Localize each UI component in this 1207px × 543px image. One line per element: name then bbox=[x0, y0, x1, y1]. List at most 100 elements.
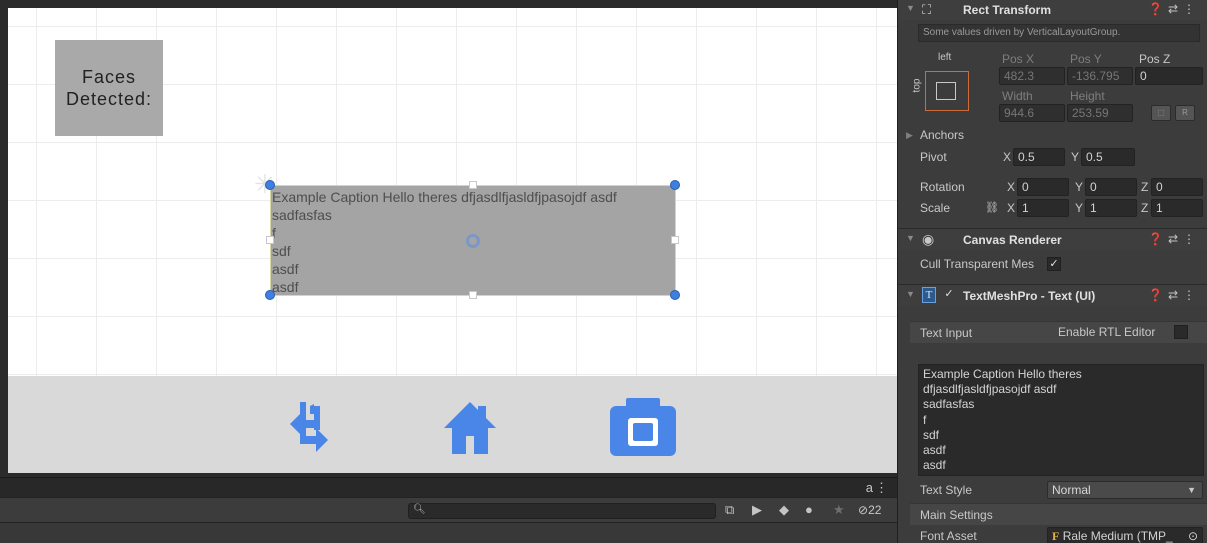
fold-arrow-icon[interactable]: ▼ bbox=[906, 289, 915, 299]
component-enabled-checkbox[interactable]: ✓ bbox=[942, 288, 956, 302]
pos-y-label: Pos Y bbox=[1070, 52, 1102, 66]
text-style-dropdown[interactable]: Normal ▼ bbox=[1047, 481, 1203, 499]
textmeshpro-header[interactable]: ▼ T ✓ TextMeshPro - Text (UI) ❓⇄⋮ bbox=[898, 284, 1207, 306]
textmeshpro-icon: T bbox=[922, 287, 936, 303]
error-pause-icon[interactable]: ▶ bbox=[752, 502, 762, 518]
star-icon[interactable]: ★ bbox=[833, 502, 845, 518]
more-options-icon[interactable]: ⋮ bbox=[875, 480, 888, 496]
width-label: Width bbox=[1002, 89, 1033, 103]
pos-z-field[interactable]: 0 bbox=[1135, 67, 1203, 85]
rotation-y-field[interactable]: 0 bbox=[1085, 178, 1137, 196]
anchors-fold-icon[interactable]: ▶ bbox=[906, 130, 913, 141]
scale-x-axis: X bbox=[1007, 201, 1016, 215]
canvas-renderer-header[interactable]: ▼ ◉ Canvas Renderer ❓⇄⋮ bbox=[898, 228, 1207, 250]
edge-handle-right[interactable] bbox=[671, 236, 679, 244]
driven-values-note: Some values driven by VerticalLayoutGrou… bbox=[918, 24, 1200, 42]
rotation-z-axis: Z bbox=[1141, 180, 1149, 194]
pivot-label: Pivot bbox=[920, 150, 947, 164]
height-field[interactable]: 253.59 bbox=[1067, 104, 1133, 122]
font-asset-value: Rale Medium (TMP_ bbox=[1062, 529, 1173, 543]
anchor-preset-button[interactable] bbox=[925, 71, 969, 111]
corner-handle-bottom-left[interactable] bbox=[265, 290, 275, 300]
scene-canvas[interactable]: Faces Detected: ✳ Example Caption Hello … bbox=[8, 8, 897, 473]
hidden-layers-count[interactable]: ⊘22 bbox=[858, 503, 881, 517]
camera-icon[interactable] bbox=[608, 396, 678, 458]
pivot-x-field[interactable]: 0.5 bbox=[1013, 148, 1065, 166]
warning-icon[interactable]: ● bbox=[805, 502, 813, 518]
text-line: asdf bbox=[923, 443, 946, 458]
rotation-y-axis: Y bbox=[1075, 180, 1084, 194]
text-input-area[interactable]: Example Caption Hello theres dfjasdlfjas… bbox=[918, 364, 1204, 476]
lock-icon[interactable]: a bbox=[866, 480, 873, 495]
caption-line: Example Caption Hello theres dfjasdlfjas… bbox=[272, 189, 617, 205]
text-line: f bbox=[923, 412, 927, 427]
rotation-label: Rotation bbox=[920, 180, 965, 194]
component-header-icons[interactable]: ❓⇄⋮ bbox=[1148, 232, 1200, 246]
scale-y-field[interactable]: 1 bbox=[1085, 199, 1137, 217]
main-settings-section[interactable]: Main Settings bbox=[910, 503, 1207, 525]
bottom-nav-bar bbox=[8, 376, 897, 473]
text-line: sadfasfas bbox=[923, 397, 975, 412]
cull-transparent-checkbox[interactable]: ✓ bbox=[1047, 257, 1061, 271]
faces-detected-panel[interactable]: Faces Detected: bbox=[55, 40, 163, 136]
caption-line: asdf bbox=[272, 261, 299, 277]
hidden-count-value: 22 bbox=[868, 503, 882, 517]
cull-transparent-label: Cull Transparent Mes bbox=[920, 257, 1035, 271]
corner-handle-bottom-right[interactable] bbox=[670, 290, 680, 300]
text-input-label: Text Input bbox=[920, 326, 973, 340]
corner-handle-top-left[interactable] bbox=[265, 180, 275, 190]
switch-camera-icon[interactable] bbox=[278, 396, 338, 456]
edge-handle-left[interactable] bbox=[266, 236, 274, 244]
fold-arrow-icon[interactable]: ▼ bbox=[906, 3, 915, 13]
scale-label: Scale bbox=[920, 201, 951, 215]
object-picker-icon[interactable]: ⊙ bbox=[1188, 528, 1198, 543]
collapse-icon[interactable]: ⧉ bbox=[725, 502, 734, 518]
rect-transform-header[interactable]: ▼ ⛶ Rect Transform ❓⇄⋮ bbox=[898, 0, 1207, 20]
pos-x-label: Pos X bbox=[1002, 52, 1035, 66]
rtl-editor-checkbox[interactable] bbox=[1174, 325, 1188, 339]
text-line: dfjasdlfjasldfjpasojdf asdf bbox=[923, 382, 1057, 397]
edge-handle-bottom[interactable] bbox=[469, 291, 477, 299]
component-title: Canvas Renderer bbox=[963, 233, 1062, 247]
scale-z-field[interactable]: 1 bbox=[1151, 199, 1203, 217]
scene-view[interactable]: Faces Detected: ✳ Example Caption Hello … bbox=[0, 0, 897, 477]
scale-y-axis: Y bbox=[1075, 201, 1084, 215]
console-toolbar: 🔍︎ ⧉ ▶ ◆ ● ★ ⊘22 bbox=[0, 497, 897, 523]
scale-x-field[interactable]: 1 bbox=[1017, 199, 1069, 217]
main-settings-label: Main Settings bbox=[920, 508, 993, 522]
font-asset-field[interactable]: F Rale Medium (TMP_ ⊙ bbox=[1047, 527, 1203, 543]
console-header: a ⋮ bbox=[0, 477, 897, 497]
edge-handle-top[interactable] bbox=[469, 181, 477, 189]
pos-y-field[interactable]: -136.795 bbox=[1067, 67, 1133, 85]
corner-handle-top-right[interactable] bbox=[670, 180, 680, 190]
anchor-h-label: left bbox=[938, 52, 952, 63]
pivot-handle[interactable] bbox=[466, 234, 480, 248]
text-input-section[interactable]: Text Input Enable RTL Editor bbox=[910, 321, 1207, 343]
fold-arrow-icon[interactable]: ▼ bbox=[906, 233, 915, 243]
width-field[interactable]: 944.6 bbox=[999, 104, 1065, 122]
blueprint-mode-button[interactable]: ⬚ bbox=[1151, 105, 1171, 121]
height-label: Height bbox=[1070, 89, 1105, 103]
component-header-icons[interactable]: ❓⇄⋮ bbox=[1148, 2, 1200, 16]
component-title: TextMeshPro - Text (UI) bbox=[963, 289, 1096, 303]
console-search-input[interactable]: 🔍︎ bbox=[408, 503, 716, 519]
tag-icon[interactable]: ◆ bbox=[779, 502, 789, 518]
caption-line: sadfasfas bbox=[272, 207, 332, 223]
text-style-label: Text Style bbox=[920, 483, 973, 497]
pivot-y-field[interactable]: 0.5 bbox=[1081, 148, 1135, 166]
pos-x-field[interactable]: 482.3 bbox=[999, 67, 1065, 85]
pos-z-label: Pos Z bbox=[1139, 52, 1171, 66]
faces-label-line2: Detected: bbox=[65, 89, 153, 109]
dropdown-arrow-icon: ▼ bbox=[1187, 485, 1196, 495]
constrain-proportions-icon[interactable]: ⛓ bbox=[985, 201, 999, 214]
rotation-z-field[interactable]: 0 bbox=[1151, 178, 1203, 196]
text-line: asdf bbox=[923, 458, 946, 473]
pivot-y-axis: Y bbox=[1071, 150, 1080, 164]
home-icon[interactable] bbox=[440, 398, 500, 456]
rect-transform-icon: ⛶ bbox=[922, 2, 932, 17]
raw-edit-button[interactable]: R bbox=[1175, 105, 1195, 121]
rotation-x-field[interactable]: 0 bbox=[1017, 178, 1069, 196]
anchors-label[interactable]: Anchors bbox=[920, 128, 964, 142]
inspector-panel: ▼ ⛶ Rect Transform ❓⇄⋮ Some values drive… bbox=[897, 0, 1207, 543]
component-header-icons[interactable]: ❓⇄⋮ bbox=[1148, 288, 1200, 302]
